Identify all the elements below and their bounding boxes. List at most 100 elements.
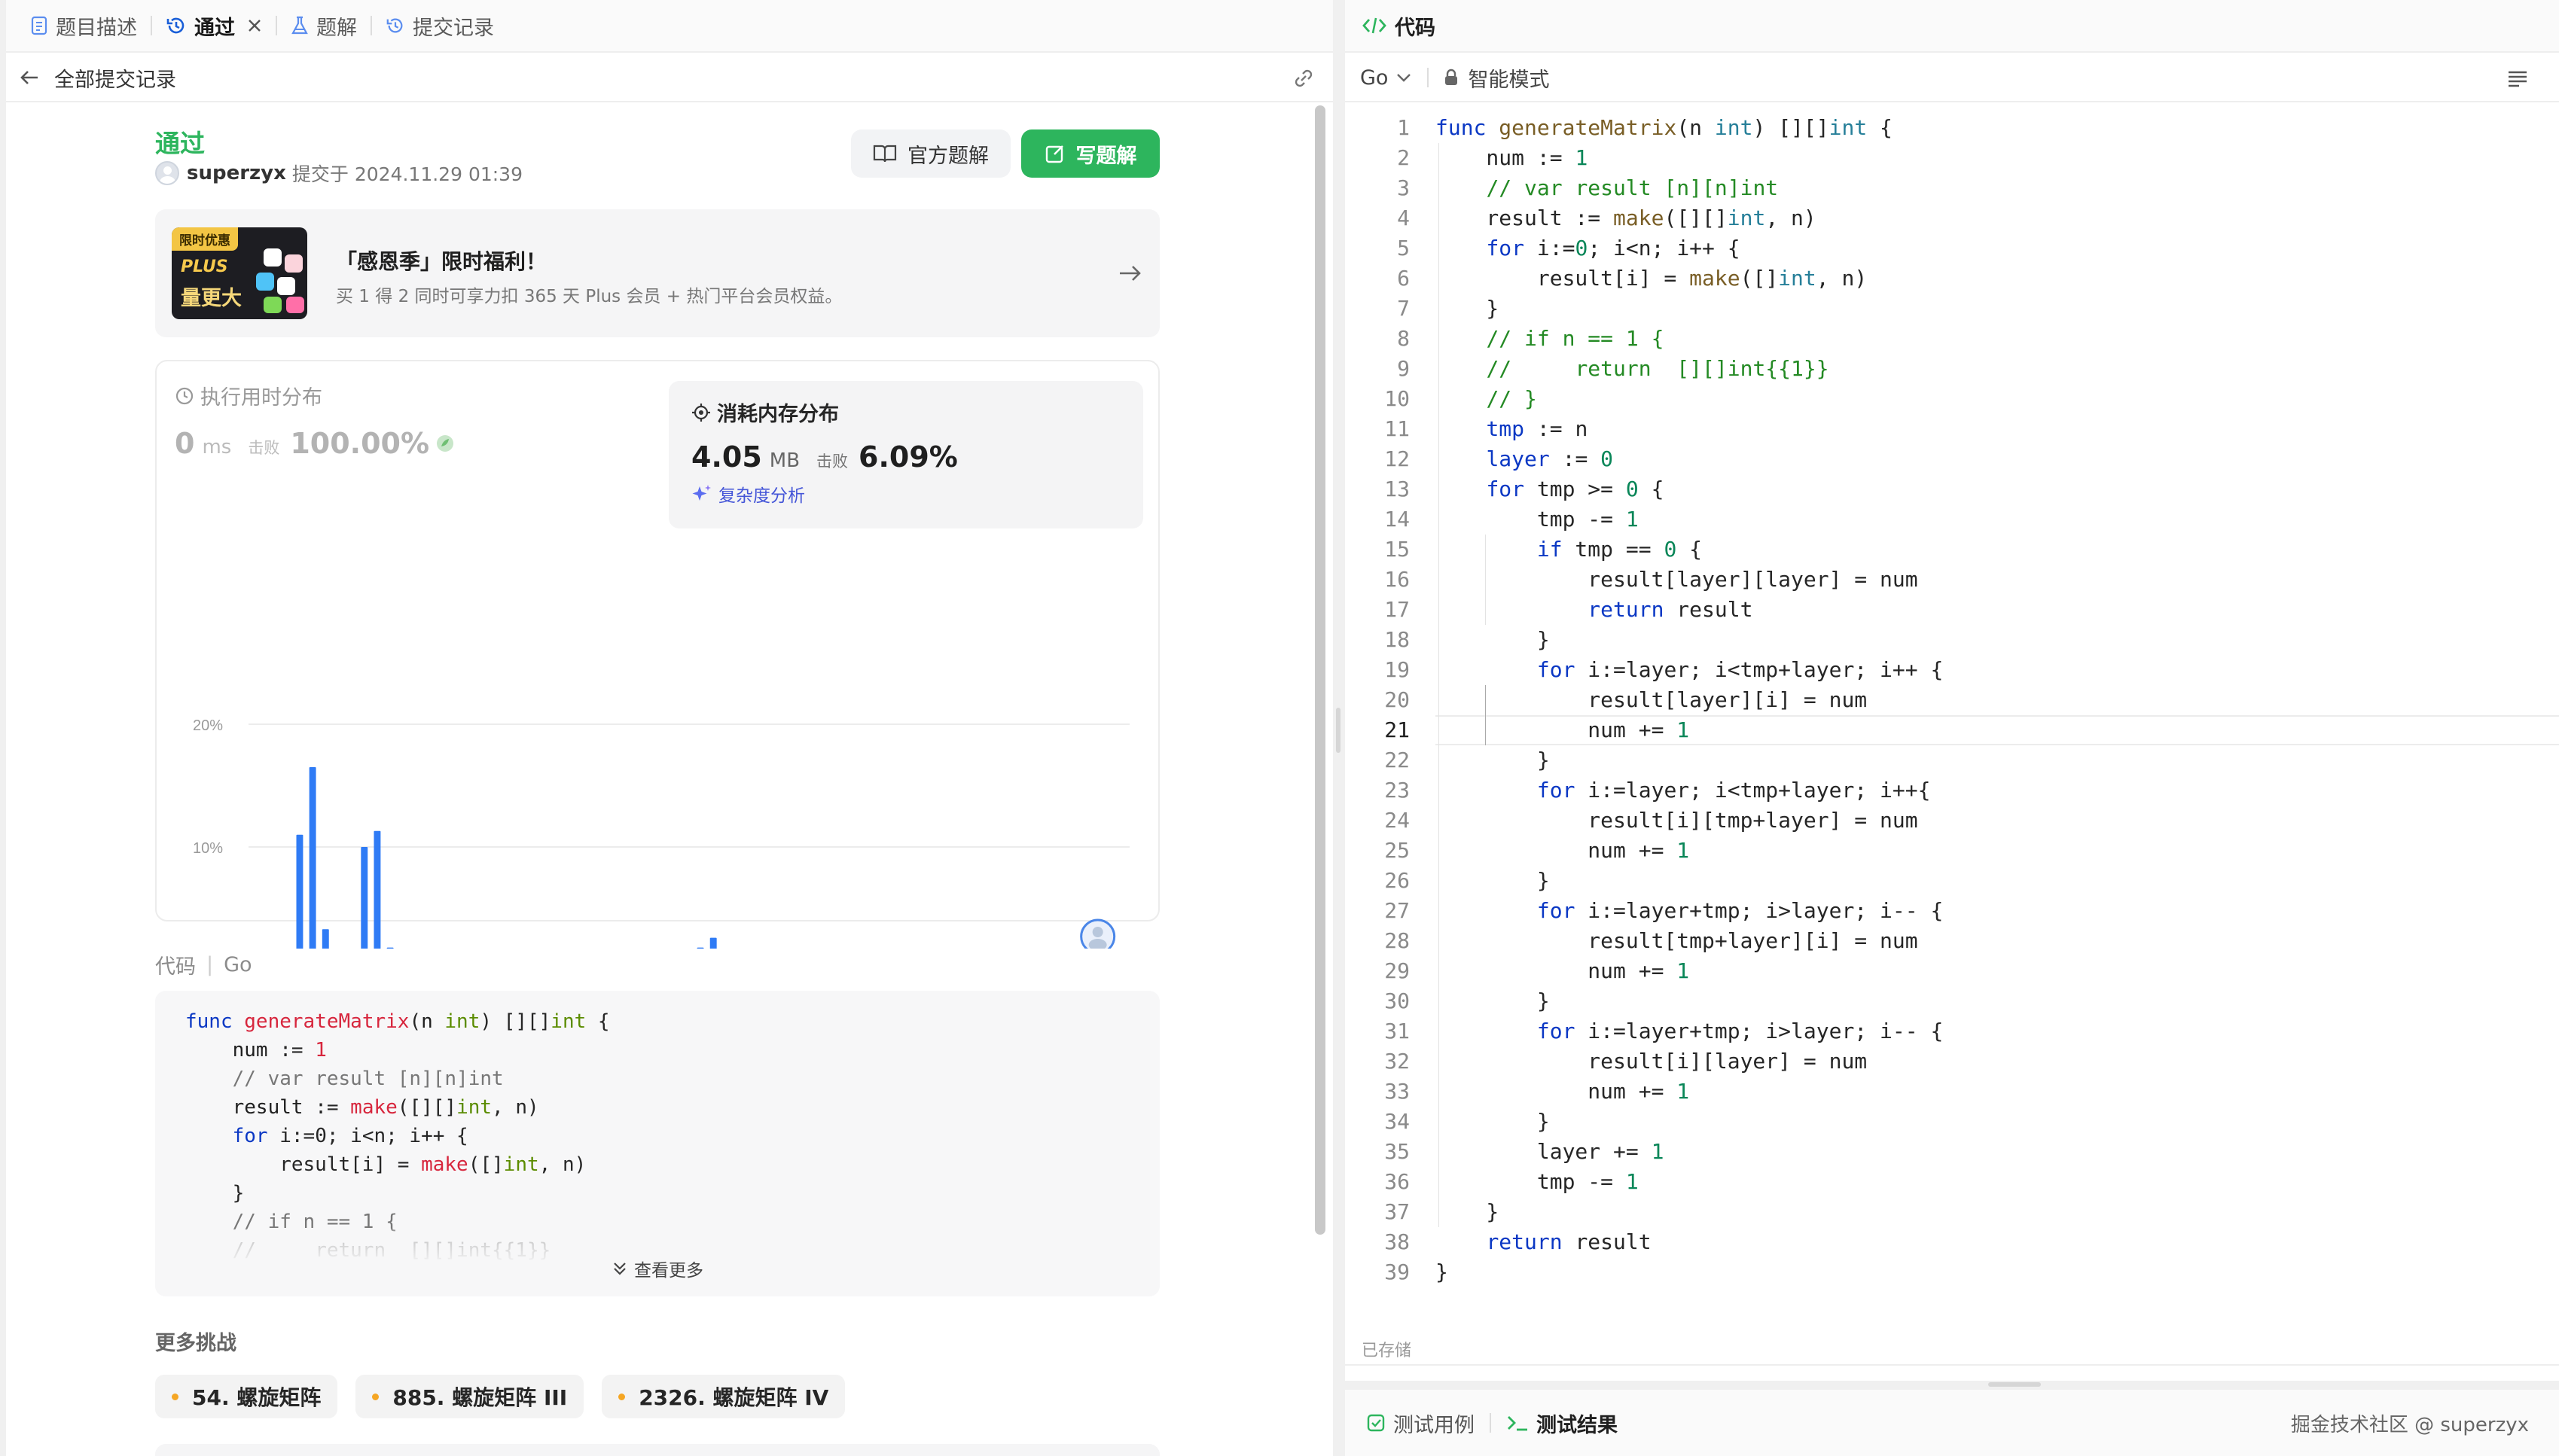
line-number: 29 bbox=[1384, 958, 1410, 983]
history-icon bbox=[166, 17, 185, 34]
tab-test-cases[interactable]: 测试用例 bbox=[1366, 1409, 1475, 1438]
memory-beat-label: 击败 bbox=[816, 452, 849, 471]
line-number: 22 bbox=[1384, 748, 1410, 772]
flask-icon bbox=[291, 16, 308, 35]
bar[interactable] bbox=[697, 947, 704, 949]
panel-resize-handle[interactable] bbox=[1336, 708, 1341, 753]
bar[interactable] bbox=[386, 947, 394, 949]
promo-badge: 限时优惠 bbox=[172, 227, 238, 251]
line-number: 4 bbox=[1397, 206, 1410, 230]
complexity-link[interactable]: 复杂度分析 bbox=[691, 481, 1121, 507]
language-select[interactable]: Go bbox=[1360, 66, 1412, 90]
editor-bottom-divider bbox=[1345, 1364, 2559, 1366]
link-icon[interactable] bbox=[1291, 65, 1316, 91]
tab-submissions-label: 提交记录 bbox=[413, 16, 494, 40]
line-number: 36 bbox=[1384, 1169, 1410, 1194]
submit-time: 提交于 2024.11.29 01:39 bbox=[291, 163, 523, 185]
language-value: Go bbox=[1360, 65, 1389, 90]
code-brackets-icon bbox=[1362, 17, 1386, 34]
runtime-title-row: 执行用时分布 bbox=[175, 381, 646, 410]
official-solution-button[interactable]: 官方题解 bbox=[851, 129, 1011, 178]
smart-mode-toggle[interactable]: 智能模式 bbox=[1444, 63, 1549, 93]
challenge-item[interactable]: 54. 螺旋矩阵 bbox=[155, 1375, 338, 1418]
line-number: 9 bbox=[1397, 356, 1410, 381]
back-arrow-icon[interactable] bbox=[18, 66, 41, 89]
more-challenges-title: 更多挑战 bbox=[155, 1332, 236, 1355]
bar[interactable] bbox=[309, 767, 316, 949]
close-icon[interactable] bbox=[247, 18, 262, 33]
notes-card-top bbox=[155, 1444, 1160, 1456]
runtime-values: 0 ms 击败 100.00% bbox=[175, 427, 646, 460]
code-section-label: 代码 bbox=[155, 955, 196, 979]
line-number: 16 bbox=[1384, 567, 1410, 592]
tab-divider bbox=[1490, 1413, 1491, 1433]
tab-description[interactable]: 题目描述 bbox=[17, 0, 151, 52]
runtime-value: 0 bbox=[175, 427, 195, 460]
code-section-header: 代码 | Go bbox=[155, 950, 252, 979]
line-number: 1 bbox=[1397, 115, 1410, 140]
code-preview-text: func generateMatrix(n int) [][]int { num… bbox=[185, 1010, 610, 1262]
terminal-icon bbox=[1508, 1416, 1527, 1431]
see-more-label: 查看更多 bbox=[634, 1261, 703, 1281]
bar[interactable] bbox=[709, 937, 717, 949]
promo-banner[interactable]: 限时优惠 PLUS 量更大 「感恩季」限时福利！ 买 1 得 2 同时可享力扣 … bbox=[155, 209, 1160, 337]
watermark: 掘金技术社区 @ superzyx bbox=[2290, 1414, 2529, 1436]
promo-image: 限时优惠 PLUS 量更大 bbox=[172, 227, 307, 319]
line-number: 17 bbox=[1384, 597, 1410, 622]
line-number: 33 bbox=[1384, 1079, 1410, 1104]
bar[interactable] bbox=[361, 847, 368, 949]
left-scrollbar[interactable] bbox=[1315, 105, 1325, 1235]
runtime-beat-label: 击败 bbox=[248, 439, 280, 457]
memory-distribution-chart[interactable]: 20%10%0%2.121mb2.25mb3.563mb3.684mb3.73m… bbox=[157, 542, 1158, 949]
write-solution-button[interactable]: 写题解 bbox=[1021, 129, 1160, 178]
memory-section[interactable]: 消耗内存分布 4.05 MB 击败 6.09% 复杂度分析 bbox=[669, 381, 1143, 528]
challenge-list: 54. 螺旋矩阵 885. 螺旋矩阵 III 2326. 螺旋矩阵 IV bbox=[155, 1375, 846, 1418]
memory-value: 4.05 bbox=[691, 440, 762, 474]
menu-lines-icon[interactable] bbox=[2506, 69, 2529, 88]
editor-code[interactable]: func generateMatrix(n int) [][]int { num… bbox=[1435, 113, 1943, 1287]
line-number: 15 bbox=[1384, 537, 1410, 562]
tab-test-cases-label: 测试用例 bbox=[1393, 1413, 1475, 1437]
sparkle-icon bbox=[692, 485, 711, 501]
bar[interactable] bbox=[296, 834, 303, 949]
tab-solutions-label: 题解 bbox=[316, 16, 357, 40]
arrow-right-icon bbox=[1120, 266, 1141, 281]
submitter-row: superzyx 提交于 2024.11.29 01:39 bbox=[155, 160, 523, 187]
line-number: 7 bbox=[1397, 296, 1410, 321]
challenge-item[interactable]: 2326. 螺旋矩阵 IV bbox=[602, 1375, 846, 1418]
tab-submissions[interactable]: 提交记录 bbox=[372, 0, 508, 52]
line-number: 27 bbox=[1384, 898, 1410, 923]
line-number: 25 bbox=[1384, 838, 1410, 863]
tab-solutions[interactable]: 题解 bbox=[277, 0, 371, 52]
line-number: 5 bbox=[1397, 236, 1410, 260]
clock-icon bbox=[175, 387, 194, 404]
promo-plus: PLUS bbox=[181, 257, 228, 276]
line-number: 6 bbox=[1397, 266, 1410, 291]
left-tab-bar: 题目描述 通过 题解 提交记录 bbox=[6, 0, 1333, 53]
challenge-label: 885. 螺旋矩阵 III bbox=[392, 1385, 568, 1410]
line-number: 21 bbox=[1384, 717, 1410, 742]
line-number: 28 bbox=[1384, 928, 1410, 953]
username[interactable]: superzyx bbox=[187, 162, 286, 184]
challenge-item[interactable]: 885. 螺旋矩阵 III bbox=[355, 1375, 584, 1418]
promo-big: 量更大 bbox=[181, 287, 242, 310]
line-number: 24 bbox=[1384, 808, 1410, 833]
bar[interactable] bbox=[322, 929, 329, 949]
all-submissions-link[interactable]: 全部提交记录 bbox=[54, 63, 176, 93]
see-more-button[interactable]: 查看更多 bbox=[155, 1256, 1160, 1281]
tab-test-results[interactable]: 测试结果 bbox=[1506, 1409, 1618, 1438]
panel-resize-handle-horizontal[interactable] bbox=[1988, 1382, 2041, 1387]
tab-accepted[interactable]: 通过 bbox=[152, 0, 276, 52]
chevron-down-icon bbox=[1397, 74, 1411, 82]
chevron-double-down-icon bbox=[614, 1263, 626, 1275]
stats-card: 执行用时分布 0 ms 击败 100.00% 消耗内存分布 4.05 MB 击败… bbox=[155, 360, 1160, 949]
line-number: 18 bbox=[1384, 627, 1410, 652]
memory-unit: MB bbox=[769, 449, 801, 472]
status-accepted: 通过 bbox=[155, 129, 205, 158]
difficulty-dot bbox=[172, 1393, 178, 1400]
bar[interactable] bbox=[374, 830, 381, 949]
line-number: 31 bbox=[1384, 1019, 1410, 1043]
runtime-section[interactable]: 执行用时分布 0 ms 击败 100.00% bbox=[175, 381, 646, 516]
line-number: 11 bbox=[1384, 416, 1410, 441]
line-number: 8 bbox=[1397, 326, 1410, 351]
